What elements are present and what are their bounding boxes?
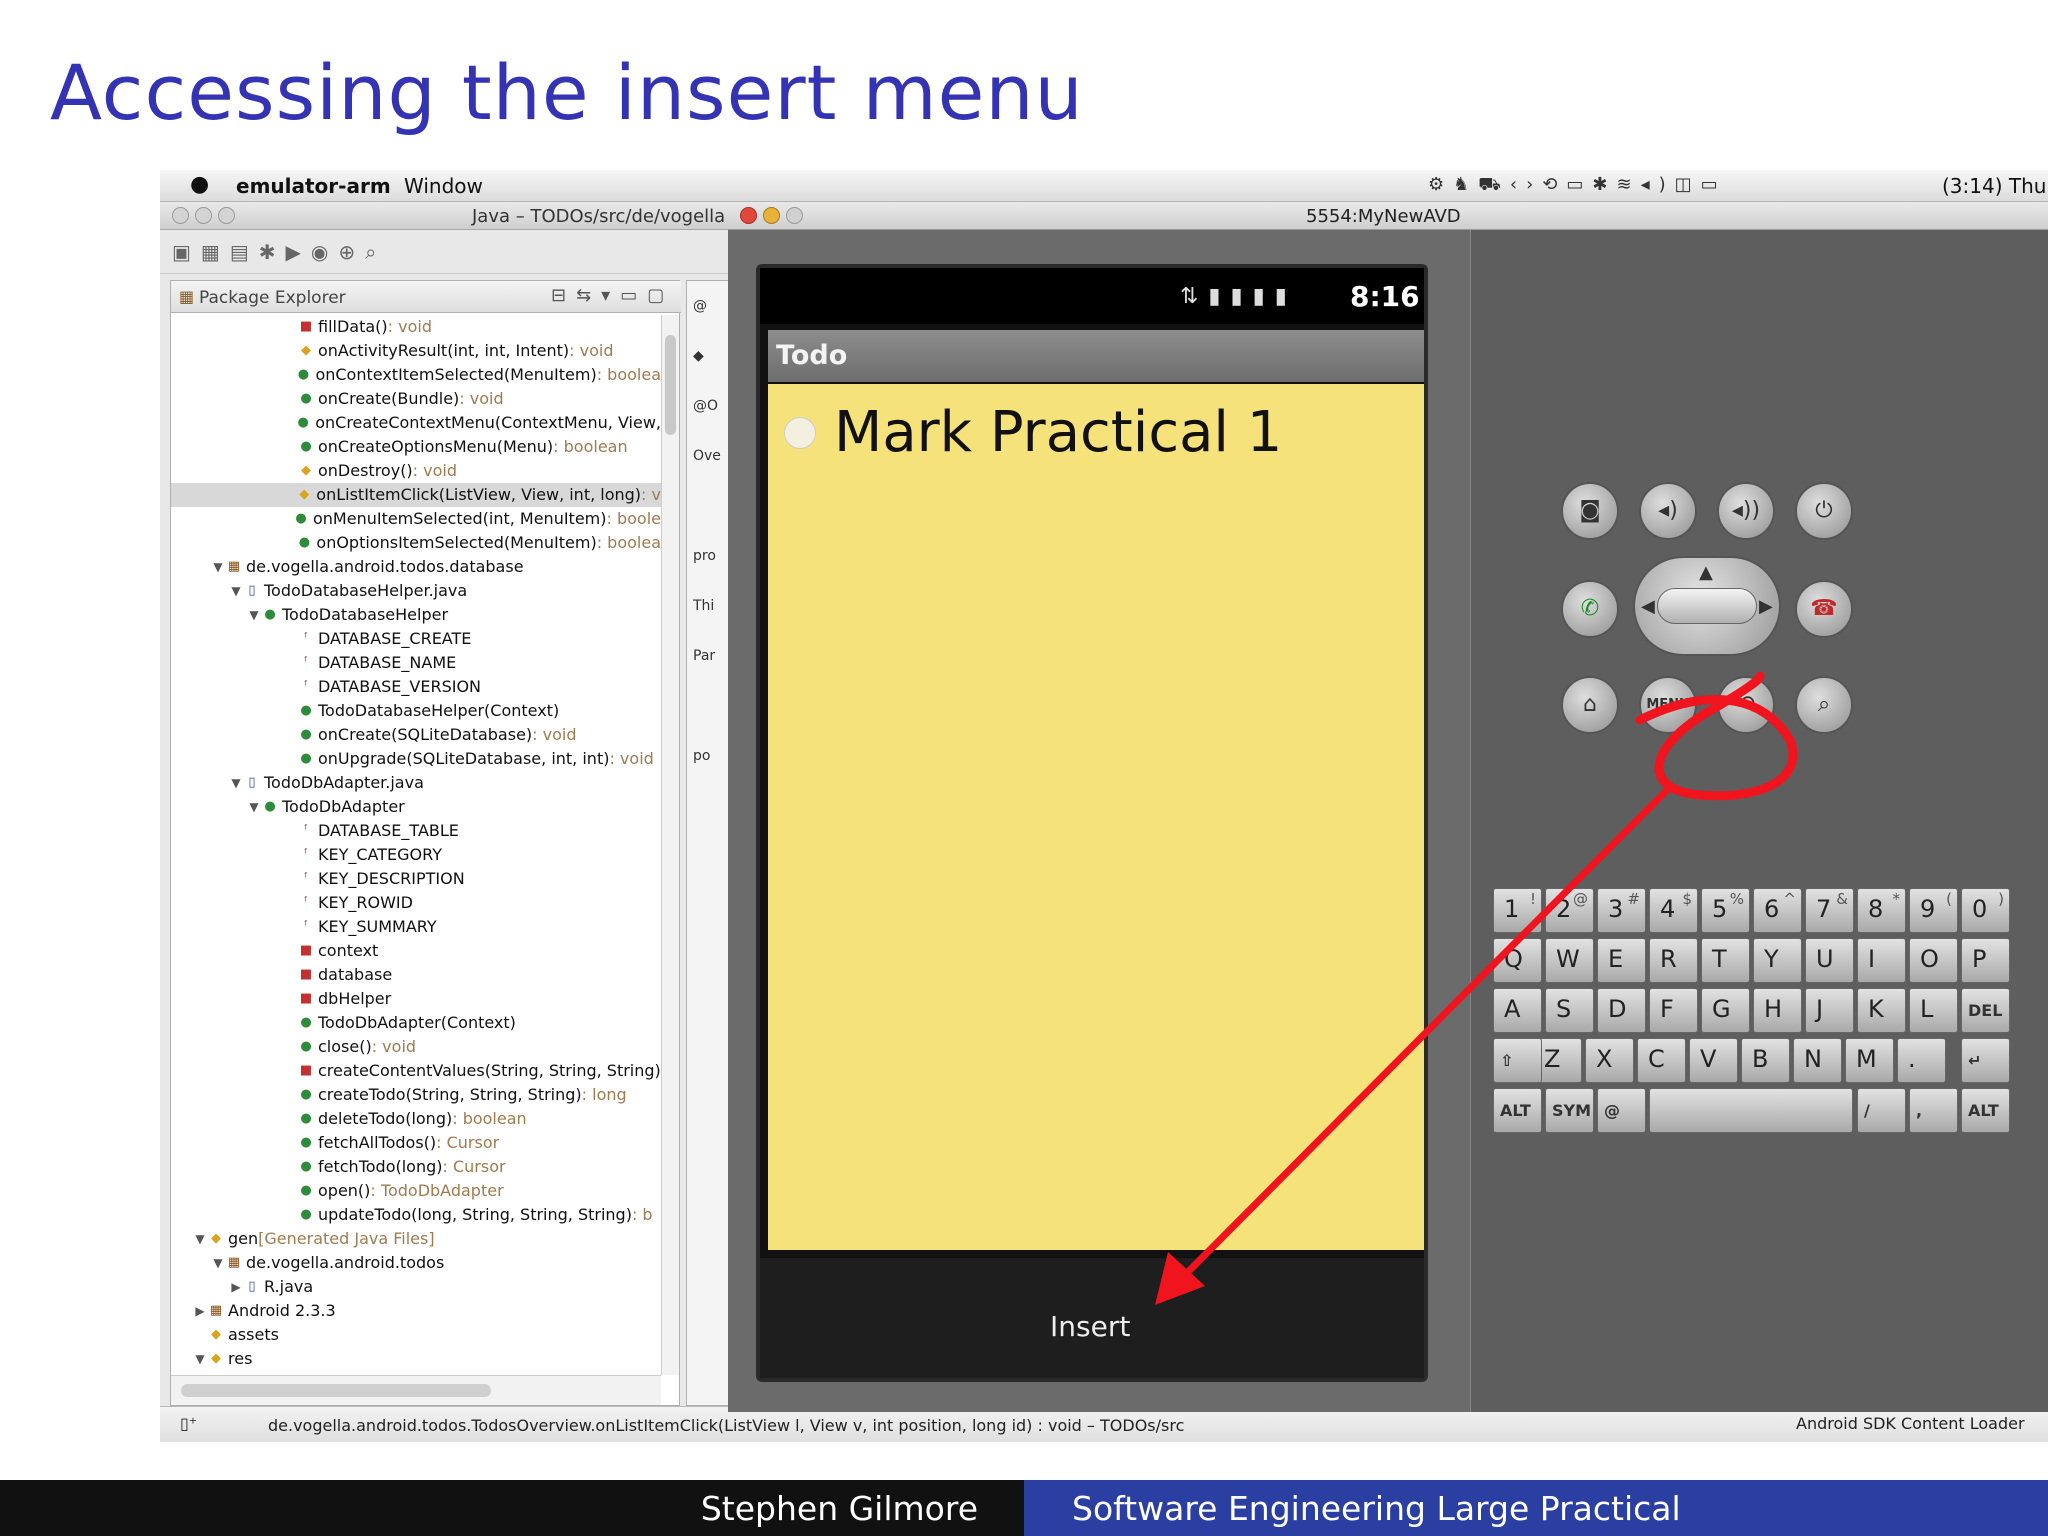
circle-annotation (1635, 671, 1798, 801)
arrow-annotation-line (1177, 782, 1675, 1283)
footer-author-text: Stephen Gilmore (700, 1489, 978, 1528)
footer-course: Software Engineering Large Practical (1024, 1480, 2048, 1536)
slide: Accessing the insert menu ● emulator-arm… (0, 0, 2048, 1536)
annotation-overlay (1155, 671, 1798, 1305)
footer-course-text: Software Engineering Large Practical (1072, 1489, 1681, 1528)
footer-author: Stephen Gilmore (0, 1480, 1024, 1536)
